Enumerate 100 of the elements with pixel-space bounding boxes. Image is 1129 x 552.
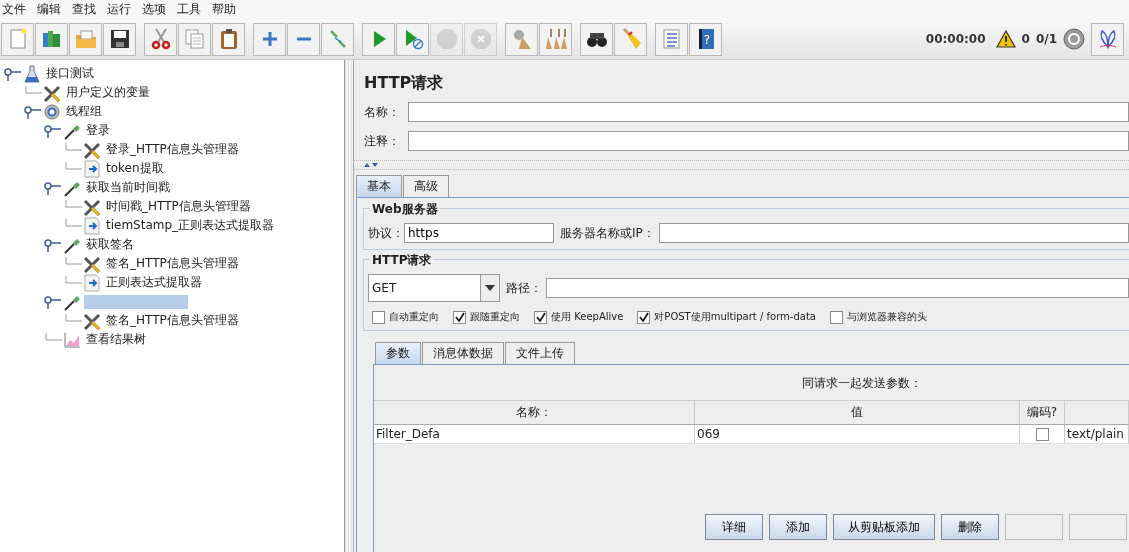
document-arrow-icon bbox=[82, 216, 102, 235]
remote-status-icon bbox=[1063, 28, 1085, 50]
checkbox-label: 与浏览器兼容的头 bbox=[846, 310, 927, 324]
server-field[interactable] bbox=[658, 223, 1129, 243]
name-field[interactable] bbox=[408, 102, 1129, 122]
thread-count: 0/1 bbox=[1035, 32, 1057, 46]
tree-item[interactable]: 查看结果树 bbox=[84, 331, 148, 348]
brooms-icon bbox=[543, 27, 568, 51]
group-title: Web服务器 bbox=[370, 201, 440, 218]
checkbox-label: 自动重定向 bbox=[389, 310, 439, 324]
cut-button[interactable] bbox=[144, 22, 177, 56]
field-label: 路径： bbox=[506, 279, 542, 297]
tree-item[interactable]: 签名_HTTP信息头管理器 bbox=[104, 312, 241, 329]
clear-all-button[interactable] bbox=[539, 22, 572, 56]
action-button[interactable]: 添加 bbox=[769, 514, 827, 540]
tab[interactable]: 消息体数据 bbox=[422, 342, 504, 364]
start-button[interactable] bbox=[362, 22, 395, 56]
expand-handle[interactable] bbox=[44, 180, 62, 195]
tree-item[interactable]: tiemStamp_正则表达式提取器 bbox=[104, 217, 277, 234]
error-count: 0 bbox=[1021, 32, 1030, 46]
tree-item[interactable]: 正则表达式提取器 bbox=[104, 274, 204, 291]
expand-handle[interactable] bbox=[44, 123, 62, 138]
tree-item[interactable]: 接口测试 bbox=[44, 65, 96, 82]
column-header[interactable]: 名称： bbox=[374, 401, 695, 425]
tab[interactable]: 高级 bbox=[403, 175, 449, 197]
tree-item[interactable]: 获取签名 bbox=[84, 236, 136, 253]
wrench-icon bbox=[82, 140, 102, 159]
comment-field[interactable] bbox=[408, 131, 1129, 151]
folder-icon bbox=[73, 27, 98, 51]
expand-button[interactable] bbox=[253, 22, 286, 56]
expand-handle[interactable] bbox=[44, 237, 62, 252]
tree-item[interactable]: 登录_HTTP信息头管理器 bbox=[104, 141, 241, 158]
expand-handle[interactable] bbox=[44, 294, 62, 309]
field-label: 名称： bbox=[364, 103, 401, 121]
document-arrow-icon bbox=[82, 273, 102, 292]
tree-item[interactable]: 时间戳_HTTP信息头管理器 bbox=[104, 198, 253, 215]
menu-item[interactable]: 文件 bbox=[0, 1, 34, 18]
field-label: 服务器名称或IP： bbox=[560, 224, 655, 242]
search-button[interactable] bbox=[580, 22, 613, 56]
tree-item[interactable]: 登录 bbox=[84, 122, 112, 139]
expand-handle[interactable] bbox=[4, 66, 22, 81]
toggle-button[interactable] bbox=[321, 22, 354, 56]
expand-handle[interactable] bbox=[24, 104, 42, 119]
clear-button[interactable] bbox=[505, 22, 538, 56]
checkbox[interactable] bbox=[534, 310, 547, 324]
action-button[interactable]: 详细 bbox=[705, 514, 763, 540]
tab[interactable]: 基本 bbox=[356, 175, 402, 197]
checkbox[interactable] bbox=[637, 310, 651, 324]
flask-icon bbox=[22, 64, 42, 83]
column-header[interactable]: 值 bbox=[695, 401, 1020, 425]
checkbox-label: 使用 KeepAlive bbox=[551, 310, 624, 324]
paste-button[interactable] bbox=[212, 22, 245, 56]
panel-title: HTTP请求 bbox=[363, 73, 445, 94]
wrench-icon bbox=[82, 254, 102, 273]
action-button[interactable]: 删除 bbox=[941, 514, 999, 540]
protocol-field[interactable]: https bbox=[404, 223, 554, 243]
wrench-icon bbox=[42, 83, 62, 102]
collapse-button[interactable] bbox=[287, 22, 320, 56]
function-helper-button[interactable] bbox=[655, 22, 688, 56]
document-arrow-icon bbox=[82, 159, 102, 178]
warning-icon bbox=[995, 30, 1016, 48]
menu-item[interactable]: 帮助 bbox=[210, 1, 244, 18]
templates-button[interactable] bbox=[35, 22, 68, 56]
checkbox[interactable] bbox=[453, 310, 466, 324]
tab[interactable]: 文件上传 bbox=[505, 342, 575, 364]
checkbox[interactable] bbox=[829, 310, 843, 324]
group-title: HTTP请求 bbox=[370, 252, 434, 269]
table-caption: 同请求一起发送参数： bbox=[800, 375, 923, 392]
tree-item[interactable]: 签名_HTTP信息头管理器 bbox=[104, 255, 241, 272]
method-dropdown[interactable]: GET bbox=[368, 274, 500, 302]
field-label: 注释： bbox=[364, 132, 401, 150]
wrench-icon bbox=[82, 197, 102, 216]
tree-item[interactable]: token提取 bbox=[104, 160, 166, 177]
chart-icon bbox=[62, 330, 82, 349]
table-cell: Filter_Defa bbox=[374, 425, 695, 444]
save-button[interactable] bbox=[103, 22, 136, 56]
tree-item[interactable]: 线程组 bbox=[64, 103, 104, 120]
tree-item[interactable]: 获取当前时间戳 bbox=[84, 179, 172, 196]
menu-item[interactable]: 编辑 bbox=[35, 1, 69, 18]
stop-sign-icon bbox=[434, 27, 459, 51]
tree-item[interactable]: 用户定义的变量 bbox=[64, 84, 152, 101]
path-field[interactable] bbox=[546, 278, 1129, 298]
action-button[interactable]: 从剪贴板添加 bbox=[833, 514, 935, 540]
menu-item[interactable]: 选项 bbox=[140, 1, 174, 18]
new-button[interactable] bbox=[1, 22, 34, 56]
tab[interactable]: 参数 bbox=[375, 342, 421, 364]
wrench-icon bbox=[82, 311, 102, 330]
start-no-pause-button[interactable] bbox=[396, 22, 429, 56]
splitter[interactable] bbox=[345, 60, 354, 552]
log-button[interactable] bbox=[1091, 22, 1124, 56]
column-header[interactable]: 编码? bbox=[1020, 401, 1065, 425]
checkbox-label: 跟随重定向 bbox=[470, 310, 520, 324]
checkbox[interactable] bbox=[1035, 427, 1049, 441]
checkbox-label: 对POST使用multipart / form-data bbox=[654, 310, 816, 324]
menu-item[interactable]: 运行 bbox=[105, 1, 139, 18]
checkbox[interactable] bbox=[372, 310, 385, 324]
menu-item[interactable]: 工具 bbox=[175, 1, 209, 18]
gear-icon bbox=[42, 102, 62, 121]
column-header[interactable] bbox=[1065, 401, 1129, 425]
menu-item[interactable]: 查找 bbox=[70, 1, 104, 18]
